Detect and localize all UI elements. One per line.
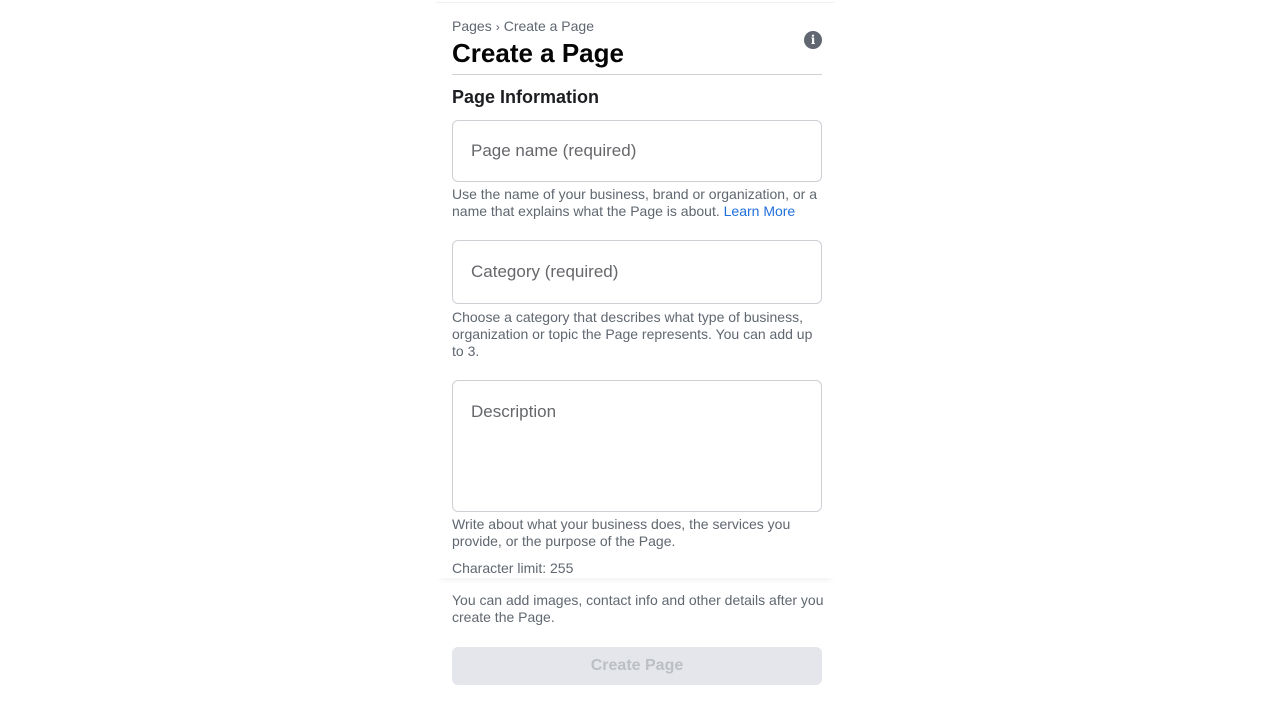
learn-more-link[interactable]: Learn More bbox=[724, 203, 796, 219]
breadcrumb-pages-link[interactable]: Pages bbox=[452, 18, 492, 34]
section-title: Page Information bbox=[452, 87, 600, 107]
description-field[interactable] bbox=[452, 380, 822, 512]
panel-top-divider bbox=[436, 2, 835, 3]
breadcrumb: Pages › Create a Page bbox=[452, 18, 594, 34]
breadcrumb-current: Create a Page bbox=[503, 18, 594, 34]
character-limit: Character limit: 255 bbox=[452, 560, 574, 576]
page-title: Create a Page bbox=[452, 38, 624, 68]
category-help: Choose a category that describes what ty… bbox=[452, 309, 813, 359]
description-help: Write about what your business does, the… bbox=[452, 516, 791, 549]
category-field[interactable] bbox=[452, 240, 822, 304]
page-name-input[interactable] bbox=[453, 121, 821, 181]
create-page-button[interactable]: Create Page bbox=[452, 647, 822, 685]
breadcrumb-separator: › bbox=[495, 20, 500, 34]
category-input[interactable] bbox=[453, 241, 821, 303]
page-name-help: Use the name of your business, brand or … bbox=[452, 186, 824, 220]
after-create-note: You can add images, contact info and oth… bbox=[452, 592, 824, 625]
info-icon[interactable]: i bbox=[804, 31, 822, 49]
page-name-field[interactable] bbox=[452, 120, 822, 182]
description-textarea[interactable] bbox=[453, 381, 821, 511]
